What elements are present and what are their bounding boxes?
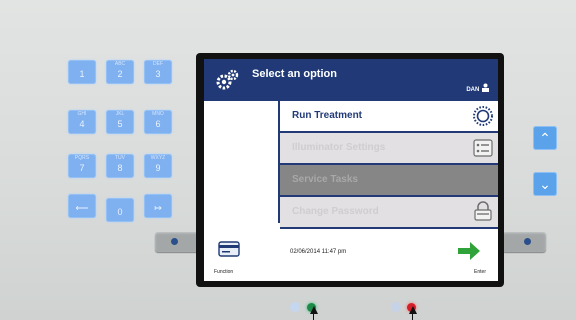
- menu-divider: [280, 227, 498, 229]
- key-2[interactable]: ABC 2: [106, 60, 134, 84]
- menu-item-change-password[interactable]: Change Password: [280, 197, 498, 227]
- title-bar: Select an option DAN: [204, 59, 498, 101]
- key-9[interactable]: WXYZ 9: [144, 154, 172, 178]
- user-icon: [482, 83, 489, 92]
- key-tab[interactable]: ↦: [144, 194, 172, 218]
- lock-icon: [474, 201, 492, 221]
- annotation-arrow-green: [310, 306, 318, 314]
- annotation-arrow-red-line: [412, 312, 413, 320]
- menu-item-illuminator-settings[interactable]: Illuminator Settings: [280, 133, 498, 163]
- arrow-right-icon[interactable]: [456, 239, 482, 263]
- annotation-arrow-green-line: [313, 312, 314, 320]
- gear-icon: [216, 69, 239, 90]
- settings-list-icon: [473, 139, 493, 157]
- user-indicator: DAN: [466, 83, 490, 93]
- key-3[interactable]: DEF 3: [144, 60, 172, 84]
- sun-icon: [473, 106, 493, 126]
- left-soft-button[interactable]: [155, 232, 199, 252]
- wrench-ghost-icon: [391, 302, 401, 312]
- right-soft-button-dot: [524, 238, 531, 245]
- annotation-arrow-red: [409, 306, 417, 314]
- key-0[interactable]: 0: [106, 198, 134, 222]
- page-title: Select an option: [252, 68, 337, 80]
- touch-screen: Select an option DAN Run Treatment Illum…: [204, 59, 498, 281]
- key-4[interactable]: GHI 4: [68, 110, 96, 134]
- key-6[interactable]: MNO 6: [144, 110, 172, 134]
- key-5[interactable]: JKL 5: [106, 110, 134, 134]
- date-time: 02/06/2014 11:47 pm: [290, 249, 347, 255]
- key-backspace[interactable]: ⟵: [68, 194, 96, 218]
- device-panel: 1 ABC 2 DEF 3 GHI 4 JKL 5 MNO 6 PQRS 7 TUV 8 WX…: [0, 0, 576, 320]
- key-8[interactable]: TUV 8: [106, 154, 134, 178]
- menu-item-service-tasks[interactable]: Service Tasks: [280, 165, 498, 195]
- key-1[interactable]: 1: [68, 60, 96, 84]
- down-arrow-button[interactable]: ⌄: [533, 172, 557, 196]
- left-soft-button-dot: [171, 238, 178, 245]
- menu-item-run-treatment[interactable]: Run Treatment: [280, 101, 498, 131]
- up-arrow-button[interactable]: ⌃: [533, 126, 557, 150]
- function-card-icon[interactable]: [218, 241, 240, 257]
- enter-label: Enter: [474, 269, 486, 275]
- power-ghost-icon: [290, 302, 300, 312]
- key-7[interactable]: PQRS 7: [68, 154, 96, 178]
- status-bar: Function 02/06/2014 11:47 pm Enter: [204, 231, 498, 281]
- function-label: Function: [214, 269, 234, 275]
- user-name: DAN: [466, 87, 480, 93]
- right-soft-button[interactable]: [502, 232, 546, 252]
- options-menu: Run Treatment Illuminator Settings Servi…: [278, 101, 498, 229]
- chevron-up-icon: ⌃: [539, 130, 551, 146]
- chevron-down-icon: ⌄: [539, 176, 551, 192]
